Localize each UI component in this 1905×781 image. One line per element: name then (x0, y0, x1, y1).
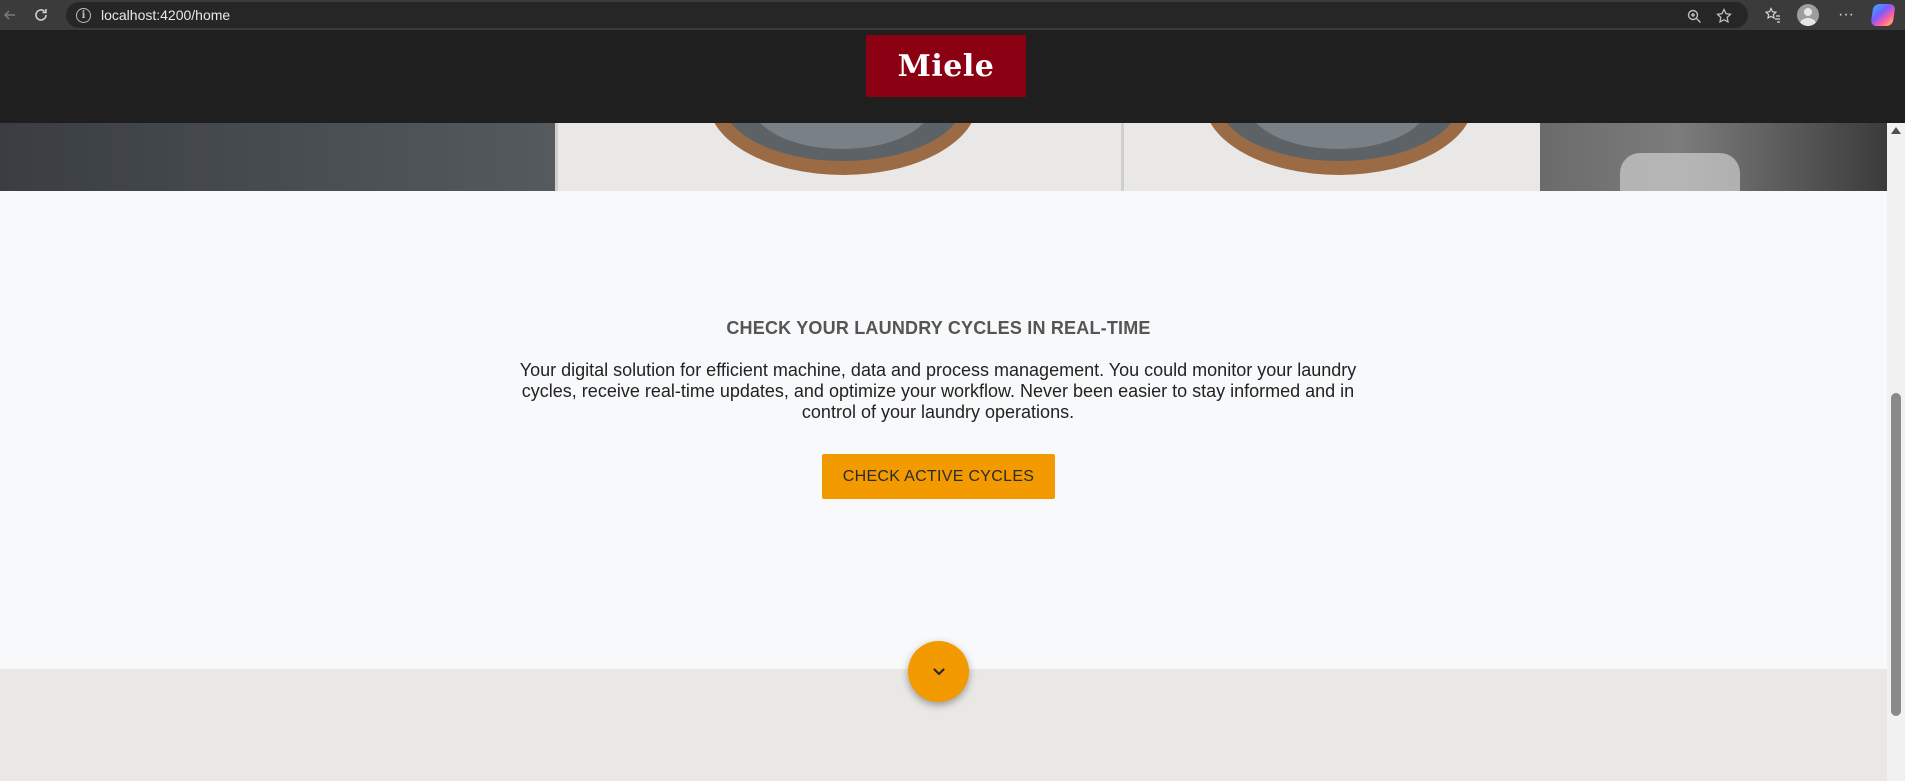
hero-shelf-items (1620, 153, 1740, 191)
address-bar[interactable]: i localhost:4200/home (66, 2, 1748, 28)
miele-logo[interactable]: Miele (866, 35, 1026, 97)
reload-icon[interactable] (26, 0, 56, 30)
browser-toolbar: i localhost:4200/home ··· (0, 0, 1905, 30)
intro-description: Your digital solution for efficient mach… (519, 360, 1357, 422)
intro-section: CHECK YOUR LAUNDRY CYCLES IN REAL-TIME Y… (0, 191, 1887, 669)
hero-image (0, 123, 1887, 191)
url-text: localhost:4200/home (101, 7, 231, 23)
page-scrollbar[interactable] (1887, 123, 1905, 781)
more-icon-glyph: ··· (1838, 6, 1854, 23)
site-header: Miele (0, 30, 1887, 123)
hero-washer-left (555, 123, 1121, 191)
back-arrow-icon[interactable] (0, 0, 20, 30)
copilot-icon[interactable] (1870, 4, 1896, 26)
favorites-icon[interactable] (1761, 3, 1785, 27)
hero-wall (0, 123, 555, 191)
page-headline: CHECK YOUR LAUNDRY CYCLES IN REAL-TIME (726, 318, 1151, 338)
check-active-cycles-button[interactable]: CHECK ACTIVE CYCLES (822, 454, 1055, 499)
info-icon[interactable]: i (76, 7, 91, 23)
more-icon[interactable]: ··· (1834, 3, 1858, 27)
page: Miele CHECK YOUR LAUNDRY CYCLES IN REAL-… (0, 30, 1887, 781)
scroll-thumb[interactable] (1891, 393, 1901, 716)
zoom-icon[interactable] (1683, 5, 1705, 27)
scroll-down-button[interactable] (908, 641, 969, 702)
scrollbar-header-gutter (1887, 30, 1905, 123)
hero-drum-left (708, 123, 978, 175)
profile-avatar[interactable] (1797, 4, 1819, 26)
hero-drum-right (1204, 123, 1474, 175)
scroll-up-arrow-icon[interactable] (1891, 127, 1901, 134)
star-icon[interactable] (1713, 5, 1735, 27)
hero-shelf (1540, 123, 1887, 191)
chevron-down-icon (932, 667, 945, 675)
hero-washer-right (1121, 123, 1540, 191)
